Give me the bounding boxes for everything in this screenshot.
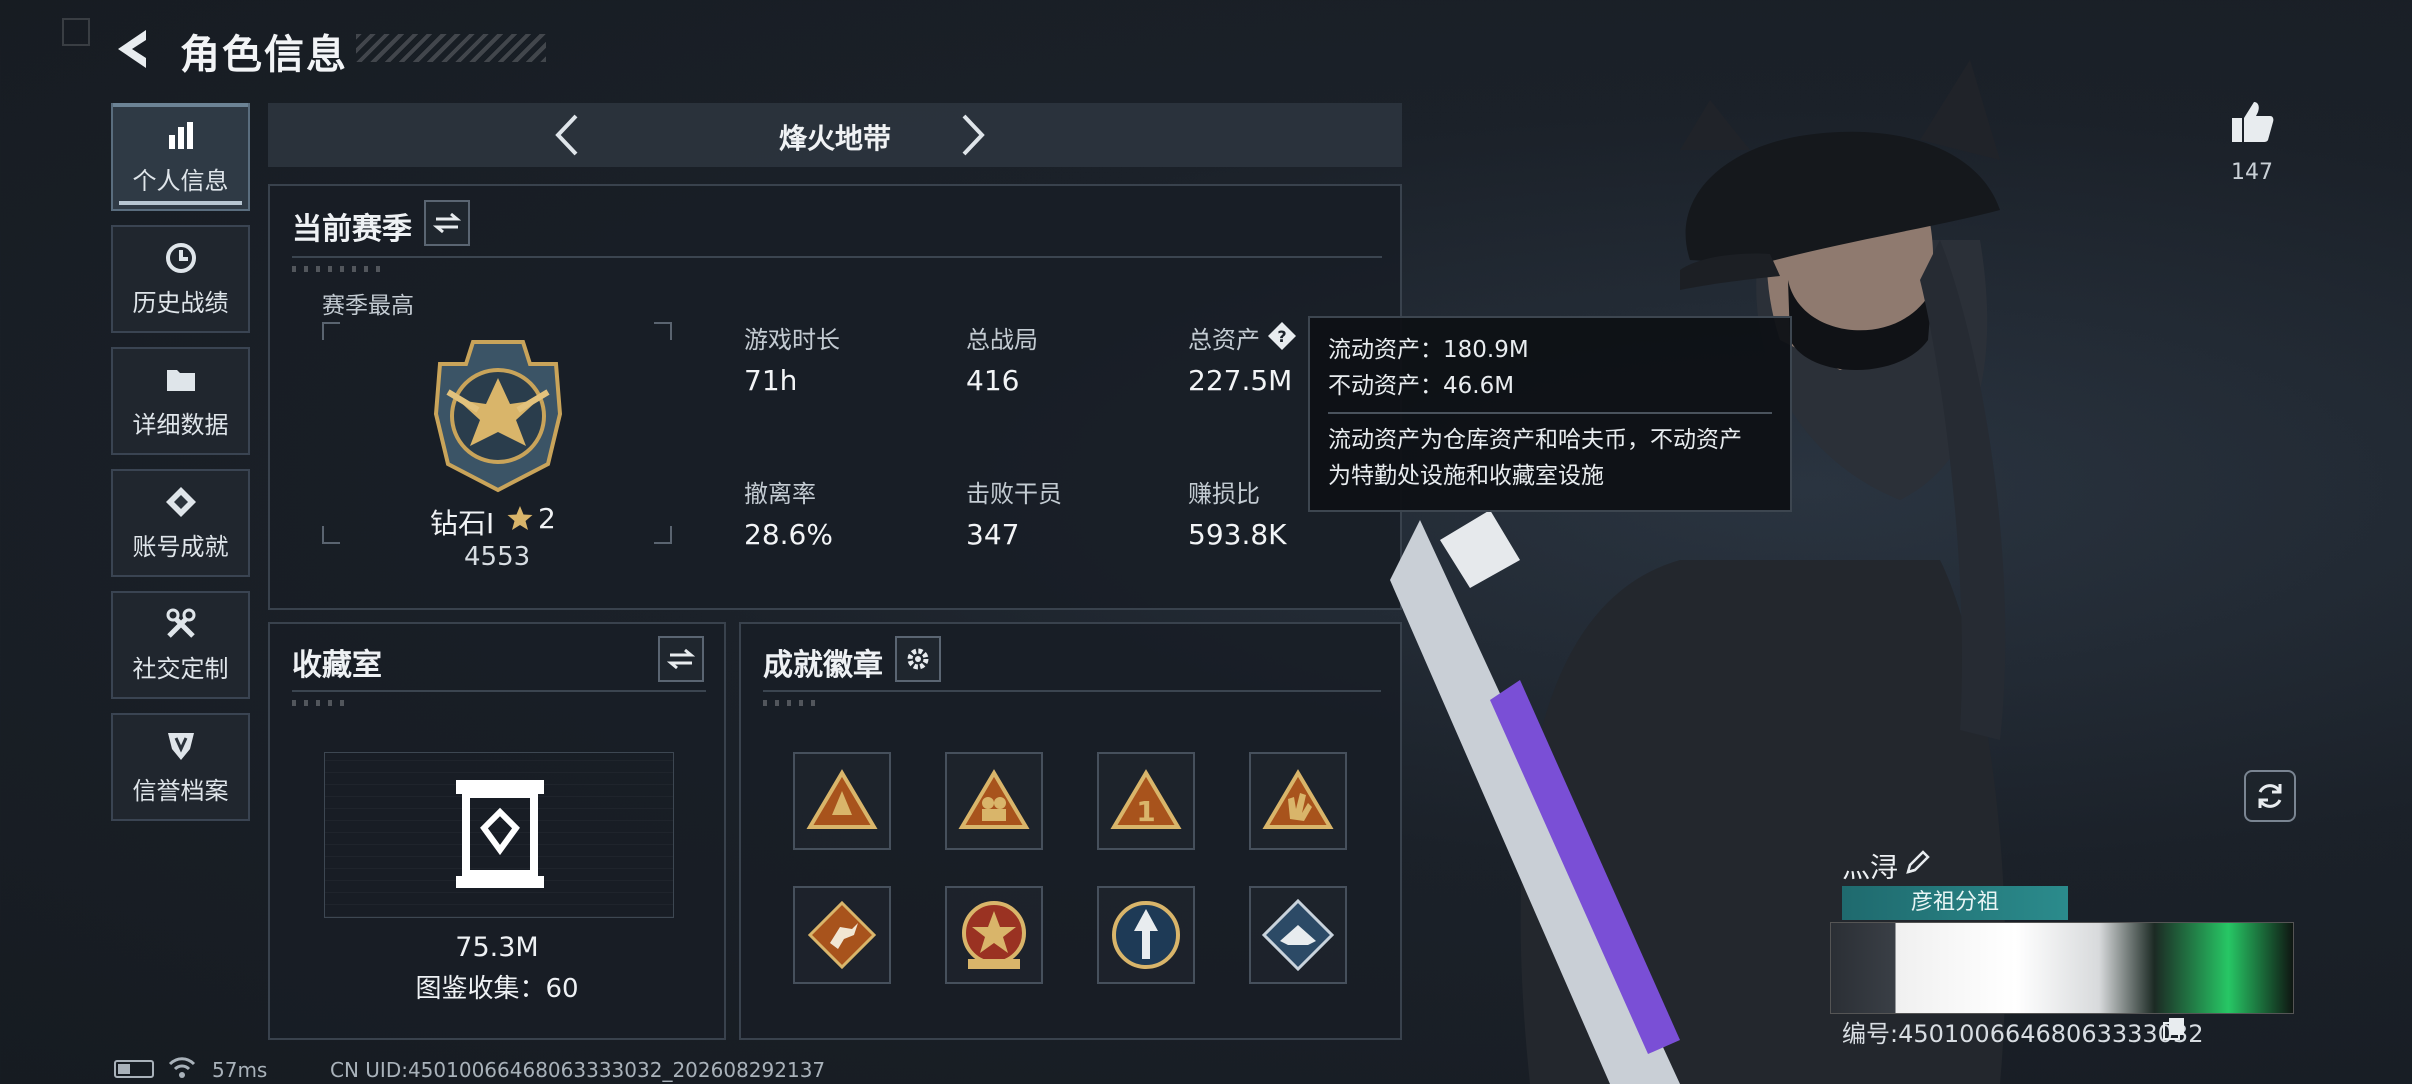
stat-value-total-assets: 227.5M (1188, 364, 1293, 397)
achievement-badge[interactable] (1249, 752, 1347, 850)
achievement-badge[interactable] (945, 752, 1043, 850)
folder-icon (166, 369, 195, 391)
back-arrow-icon[interactable] (112, 26, 158, 72)
copy-icon[interactable] (2162, 1016, 2186, 1040)
mode-title: 烽火地带 (778, 122, 891, 155)
badges-settings-button[interactable] (895, 636, 941, 682)
liquid-assets: 流动资产：180.9M (1328, 337, 1529, 363)
nav-label: 详细数据 (132, 410, 229, 439)
nav-label: 社交定制 (132, 654, 229, 683)
uid-text: CN UID:45010066468063333032_202608292137 (330, 1058, 826, 1082)
swap-icon (433, 212, 461, 234)
tooltip-desc-line1: 流动资产为仓库资产和哈夫币，不动资产 (1328, 427, 1742, 453)
history-icon (165, 242, 196, 273)
dots-decoration (292, 266, 382, 272)
nav-item-personal-info[interactable]: 个人信息 (111, 103, 250, 211)
collection-room-icon (452, 778, 548, 892)
nav-item-achievements[interactable]: 账号成就 (111, 469, 250, 577)
achievement-badge[interactable] (793, 752, 891, 850)
collection-title: 收藏室 (292, 648, 382, 683)
stat-label-extract-rate: 撤离率 (744, 480, 816, 508)
bar-chart-icon (168, 121, 193, 149)
collection-panel: 收藏室 75.3M 图鉴收集：60 (268, 622, 726, 1040)
nav-item-detailed-data[interactable]: 详细数据 (111, 347, 250, 455)
next-mode-arrow[interactable] (938, 103, 1008, 167)
chevron-right-icon (962, 114, 985, 156)
achievement-icon (165, 486, 196, 517)
ping-text: 57ms (212, 1058, 268, 1082)
stat-label-playtime: 游戏时长 (744, 326, 840, 354)
badges-panel: 成就徽章 1 (739, 622, 1402, 1040)
tooltip-divider (1328, 412, 1772, 414)
mode-selector-bar: 烽火地带 (268, 103, 1402, 167)
stat-label-profit-ratio: 赚损比 (1188, 480, 1260, 508)
rank-name: 钻石Ⅰ (430, 507, 495, 540)
achievement-badge[interactable] (945, 886, 1043, 984)
badges-divider (763, 690, 1381, 692)
battery-icon (114, 1060, 154, 1078)
shield-icon (167, 732, 194, 760)
rank-score: 4553 (464, 542, 531, 572)
wifi-icon (168, 1056, 196, 1080)
nav-item-history[interactable]: 历史战绩 (111, 225, 250, 333)
gear-icon (907, 648, 929, 670)
achievement-badge[interactable] (793, 886, 891, 984)
stat-label-matches: 总战局 (966, 326, 1038, 354)
help-icon[interactable]: ? (1266, 320, 1298, 352)
dots-decoration (292, 700, 352, 706)
player-id: 编号:45010066468063333032 (1842, 1020, 2204, 1048)
badges-title: 成就徽章 (763, 648, 883, 683)
rank-stars: 2 (538, 502, 556, 535)
tooltip-desc-line2: 为特勤处设施和收藏室设施 (1328, 463, 1604, 489)
thumbs-up-icon[interactable] (2228, 98, 2276, 146)
rank-emblem-icon (418, 334, 578, 496)
season-divider (292, 256, 1382, 258)
stat-value-profit-ratio: 593.8K (1188, 518, 1287, 551)
stat-value-extract-rate: 28.6% (744, 518, 833, 551)
achievement-badge[interactable] (1097, 886, 1195, 984)
swap-icon (667, 648, 695, 670)
refresh-button[interactable] (2244, 770, 2296, 822)
achievement-badge[interactable] (1249, 886, 1347, 984)
svg-text:1: 1 (1136, 795, 1155, 828)
nav-label: 个人信息 (132, 166, 229, 195)
collection-value: 75.3M (455, 932, 539, 963)
svg-text:?: ? (1277, 327, 1286, 346)
player-card-banner[interactable] (1830, 922, 2294, 1014)
title-stripes-decoration (356, 34, 546, 62)
dots-decoration (763, 700, 823, 706)
collection-switch-button[interactable] (658, 636, 704, 682)
stat-value-playtime: 71h (744, 364, 798, 397)
achievement-badge[interactable]: 1 (1097, 752, 1195, 850)
nav-label: 信誉档案 (132, 776, 229, 805)
refresh-icon (2258, 784, 2282, 808)
nav-item-social[interactable]: 社交定制 (111, 591, 250, 699)
nav-label: 历史战绩 (132, 288, 229, 317)
collection-divider (292, 690, 706, 692)
tools-icon (166, 608, 195, 638)
stat-label-total-assets: 总资产 (1188, 326, 1260, 354)
page-title: 角色信息 (180, 32, 348, 78)
nav-label: 账号成就 (132, 532, 229, 561)
stat-value-matches: 416 (966, 364, 1020, 397)
edit-pencil-icon[interactable] (1904, 848, 1932, 876)
season-title: 当前赛季 (292, 212, 412, 247)
season-switch-button[interactable] (424, 200, 470, 246)
player-title-tag: 彦祖分祖 (1842, 886, 2068, 920)
season-best-label: 赛季最高 (322, 293, 414, 319)
codex-count: 图鉴收集：60 (415, 974, 579, 1004)
assets-tooltip: 流动资产：180.9M 不动资产：46.6M 流动资产为仓库资产和哈夫币，不动资… (1308, 316, 1792, 512)
player-name: 灬浔 (1842, 851, 1899, 884)
fixed-assets: 不动资产：46.6M (1328, 373, 1515, 399)
star-icon (506, 504, 534, 532)
corner-decoration (62, 18, 90, 46)
nav-item-reputation[interactable]: 信誉档案 (111, 713, 250, 821)
like-count: 147 (2231, 160, 2273, 185)
stat-label-kills: 击败干员 (966, 480, 1062, 508)
stat-value-kills: 347 (966, 518, 1020, 551)
